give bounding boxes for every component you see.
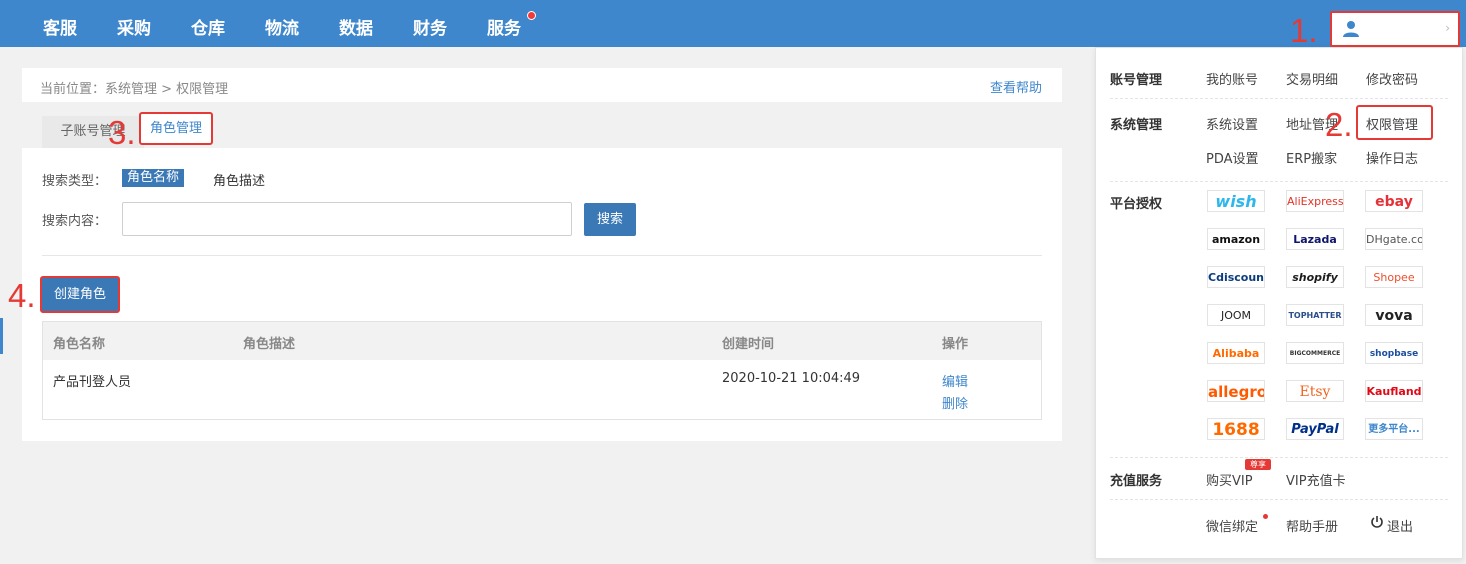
menu-system-settings[interactable]: 系统设置 (1206, 114, 1258, 133)
platform-shopify-logo[interactable]: shopify (1286, 266, 1344, 288)
menu-change-password[interactable]: 修改密码 (1366, 69, 1418, 88)
cell-created-time: 2020-10-21 10:04:49 (722, 371, 861, 386)
sidebar-accent (0, 318, 3, 354)
platform-aliexpress-logo[interactable]: AliExpress (1286, 190, 1344, 212)
help-link[interactable]: 查看帮助 (990, 77, 1042, 96)
platform-1688-logo[interactable]: 1688 (1207, 418, 1265, 440)
platform-bigcommerce-logo[interactable]: BIGCOMMERCE (1286, 342, 1344, 364)
platform-wish-logo[interactable]: wish (1207, 190, 1265, 212)
edit-link[interactable]: 编辑 (942, 371, 968, 390)
search-content-label: 搜索内容： (42, 214, 108, 229)
platform-vova-logo[interactable]: vova (1365, 304, 1423, 326)
menu-logout[interactable]: 退出 (1387, 516, 1413, 535)
breadcrumb-prefix: 当前位置： (40, 82, 106, 97)
nav-purchase[interactable]: 采购 (117, 14, 151, 39)
user-menu-button[interactable]: › (1330, 11, 1460, 47)
breadcrumb: 当前位置：系统管理 > 权限管理 查看帮助 (22, 68, 1062, 102)
menu-operation-log[interactable]: 操作日志 (1366, 148, 1418, 167)
section-account: 账号管理 (1110, 73, 1163, 88)
menu-divider (1110, 181, 1448, 182)
delete-link[interactable]: 删除 (942, 393, 968, 412)
platform-etsy-logo[interactable]: Etsy (1286, 380, 1344, 402)
col-role-desc: 角色描述 (243, 337, 296, 352)
create-role-button[interactable]: 创建角色 (40, 276, 120, 313)
vip-badge: 尊享 (1245, 459, 1271, 470)
col-created-time: 创建时间 (722, 337, 775, 352)
tab-role-management[interactable]: 角色管理 (139, 112, 213, 145)
menu-help-manual[interactable]: 帮助手册 (1286, 516, 1338, 535)
menu-divider (1110, 499, 1448, 500)
col-actions: 操作 (942, 337, 969, 352)
platform-paypal-logo[interactable]: PayPal (1286, 418, 1344, 440)
search-type-label: 搜索类型： (42, 174, 108, 189)
menu-transactions[interactable]: 交易明细 (1286, 69, 1338, 88)
platform-joom-logo[interactable]: JOOM (1207, 304, 1265, 326)
platform-ebay-logo[interactable]: ebay (1365, 190, 1423, 212)
section-recharge: 充值服务 (1110, 474, 1163, 489)
platform-lazada-logo[interactable]: Lazada (1286, 228, 1344, 250)
cell-role-name: 产品刊登人员 (53, 375, 132, 390)
menu-pda-settings[interactable]: PDA设置 (1206, 148, 1259, 167)
nav-logistics[interactable]: 物流 (265, 14, 299, 39)
platform-shopee-logo[interactable]: Shopee (1365, 266, 1423, 288)
user-icon (1342, 20, 1360, 42)
platform-shopbase-logo[interactable]: shopbase (1365, 342, 1423, 364)
search-input[interactable] (122, 202, 572, 236)
nav-finance[interactable]: 财务 (413, 14, 447, 39)
annotation-1: 1. (1290, 12, 1318, 49)
annotation-3: 3. (108, 114, 136, 151)
divider (42, 255, 1042, 256)
section-system: 系统管理 (1110, 118, 1163, 133)
platform-cdiscount-logo[interactable]: Cdiscount (1207, 266, 1265, 288)
annotation-2: 2. (1325, 106, 1353, 143)
nav-service[interactable]: 服务 (487, 14, 521, 39)
menu-permission-management[interactable]: 权限管理 (1366, 114, 1418, 133)
wechat-notification-dot (1263, 514, 1268, 519)
breadcrumb-path: 系统管理 > 权限管理 (105, 82, 229, 97)
notification-dot (527, 11, 536, 20)
search-type-role-desc[interactable]: 角色描述 (213, 170, 265, 189)
menu-my-account[interactable]: 我的账号 (1206, 69, 1258, 88)
platform-dhgate-logo[interactable]: DHgate.com (1365, 228, 1423, 250)
col-role-name: 角色名称 (53, 337, 106, 352)
top-nav-bar: 客服 采购 仓库 物流 数据 财务 服务 › (0, 0, 1466, 47)
search-type-role-name[interactable]: 角色名称 (122, 169, 184, 187)
nav-warehouse[interactable]: 仓库 (191, 14, 225, 39)
menu-vip-card[interactable]: VIP充值卡 (1286, 470, 1346, 489)
nav-customer-service[interactable]: 客服 (43, 14, 77, 39)
menu-erp-migration[interactable]: ERP搬家 (1286, 148, 1337, 167)
menu-divider (1110, 98, 1448, 99)
platform-allegro-logo[interactable]: allegro (1207, 380, 1265, 402)
roles-table: 角色名称 角色描述 创建时间 操作 产品刊登人员 2020-10-21 10:0… (42, 321, 1042, 420)
chevron-right-icon: › (1445, 21, 1450, 35)
menu-wechat-binding[interactable]: 微信绑定 (1206, 516, 1258, 535)
annotation-4: 4. (8, 277, 36, 314)
nav-data[interactable]: 数据 (339, 14, 373, 39)
table-header: 角色名称 角色描述 创建时间 操作 (43, 322, 1041, 360)
user-dropdown-menu: 账号管理 我的账号 交易明细 修改密码 系统管理 系统设置 地址管理 权限管理 … (1095, 47, 1463, 559)
platform-alibaba-logo[interactable]: Alibaba (1207, 342, 1265, 364)
platform-amazon-logo[interactable]: amazon (1207, 228, 1265, 250)
logout-icon[interactable] (1370, 515, 1384, 533)
main-panel: 当前位置：系统管理 > 权限管理 查看帮助 子账号管理 角色管理 搜索类型： 角… (22, 68, 1062, 441)
platform-kaufland-logo[interactable]: Kaufland (1365, 380, 1423, 402)
more-platforms-link[interactable]: 更多平台... (1365, 418, 1423, 440)
search-button[interactable]: 搜索 (584, 203, 636, 236)
platform-tophatter-logo[interactable]: TOPHATTER (1286, 304, 1344, 326)
menu-buy-vip[interactable]: 购买VIP (1206, 470, 1253, 489)
tab-bar: 子账号管理 角色管理 (22, 102, 1062, 148)
menu-divider (1110, 457, 1448, 458)
section-platform: 平台授权 (1110, 197, 1163, 212)
